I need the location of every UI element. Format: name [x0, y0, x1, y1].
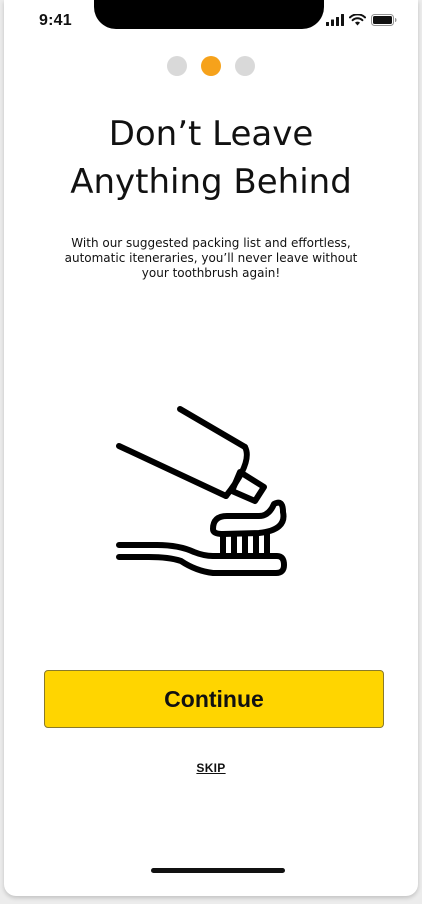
- onboarding-screen: 9:41 Don’t Leave Anything Behind With ou…: [4, 0, 418, 896]
- toothbrush-toothpaste-icon: [109, 400, 289, 585]
- page-dot[interactable]: [235, 56, 255, 76]
- status-time: 9:41: [39, 12, 72, 29]
- battery-icon: [371, 14, 398, 26]
- title-line: Anything Behind: [70, 162, 352, 202]
- page-dot-active[interactable]: [201, 56, 221, 76]
- cellular-signal-icon: [326, 14, 344, 26]
- page-title: Don’t Leave Anything Behind: [24, 110, 398, 206]
- page-indicator: [4, 56, 418, 76]
- device-notch: [94, 0, 324, 29]
- wifi-icon: [349, 14, 366, 26]
- skip-link[interactable]: SKIP: [4, 761, 418, 775]
- continue-button[interactable]: Continue: [44, 670, 384, 728]
- page-dot[interactable]: [167, 56, 187, 76]
- title-line: Don’t Leave: [108, 114, 314, 154]
- status-bar: 9:41: [4, 0, 418, 44]
- home-indicator: [151, 868, 285, 873]
- status-icons: [326, 14, 398, 26]
- page-description: With our suggested packing list and effo…: [64, 236, 358, 280]
